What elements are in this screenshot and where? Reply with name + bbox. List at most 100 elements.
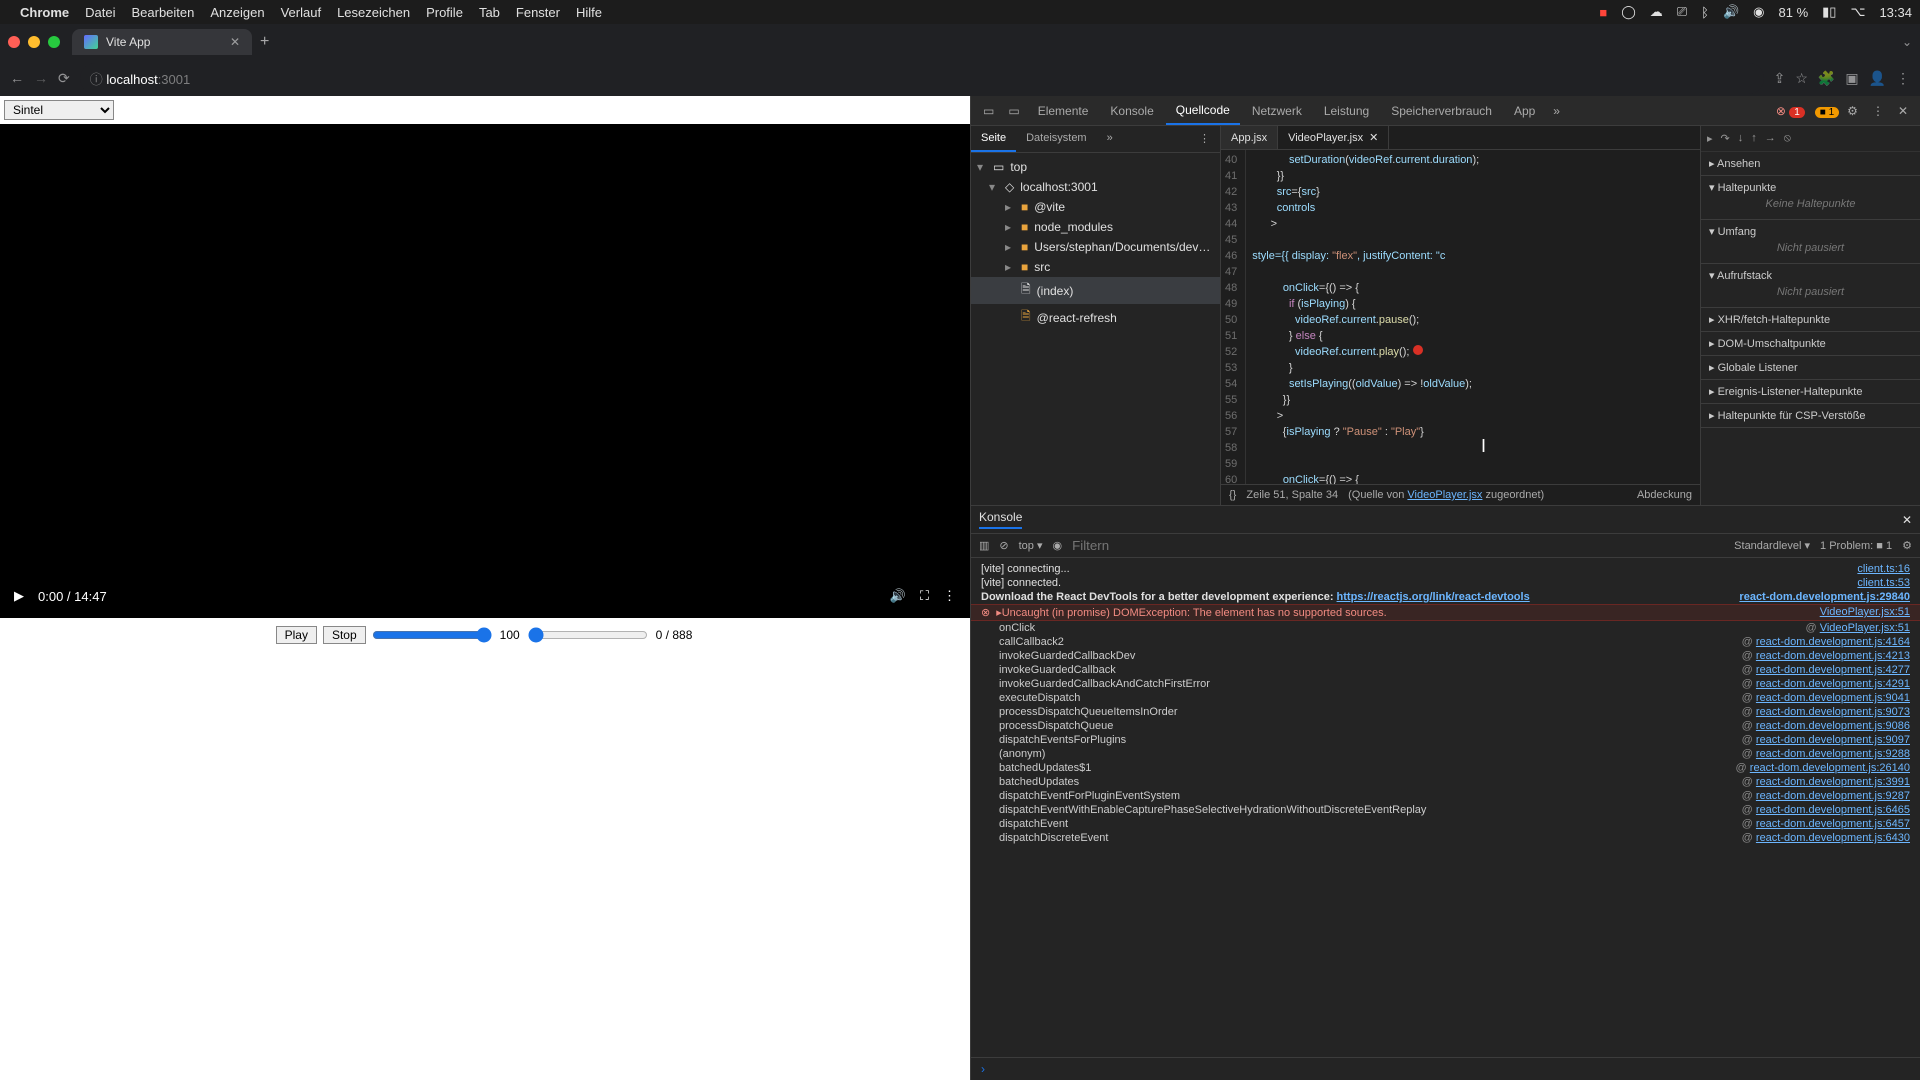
step-into-icon[interactable]: ↓ (1738, 132, 1744, 145)
console-close-icon[interactable]: ✕ (1902, 513, 1912, 527)
menu-hilfe[interactable]: Hilfe (576, 5, 602, 20)
console-prompt[interactable]: › (971, 1057, 1920, 1080)
video-player[interactable]: ▶ 0:00 / 14:47 🔊 ⛶ ⋮ (2, 126, 968, 616)
brace-icon[interactable]: {} (1229, 489, 1236, 501)
level-selector[interactable]: Standardlevel ▾ (1734, 539, 1810, 552)
close-window-button[interactable] (8, 36, 20, 48)
menu-anzeigen[interactable]: Anzeigen (210, 5, 264, 20)
forward-button[interactable]: → (34, 70, 48, 86)
devtools-menu-icon[interactable]: ⋮ (1866, 100, 1890, 122)
code-area[interactable]: 4041424344454647484950515253545556575859… (1221, 150, 1700, 484)
inspect-icon[interactable]: ▭ (977, 100, 1000, 122)
tree-host[interactable]: ▾◇ localhost:3001 (971, 177, 1220, 197)
editor-tab-videoplayer[interactable]: VideoPlayer.jsx ✕ (1278, 126, 1389, 149)
tab-app[interactable]: App (1504, 98, 1545, 124)
tab-konsole[interactable]: Konsole (1100, 98, 1163, 124)
section-watch[interactable]: ▸ Ansehen (1701, 152, 1920, 176)
reload-button[interactable]: ⟳ (58, 70, 70, 87)
resume-icon[interactable]: ▸ (1707, 132, 1713, 145)
menu-profile[interactable]: Profile (426, 5, 463, 20)
tab-netzwerk[interactable]: Netzwerk (1242, 98, 1312, 124)
tree-src[interactable]: ▸■ src (971, 257, 1220, 277)
warn-badge[interactable]: ■ 1 (1815, 104, 1839, 118)
tree-userpath[interactable]: ▸■ Users/stephan/Documents/dev… (971, 237, 1220, 257)
url-input[interactable]: ⓘ localhost:3001 (80, 63, 1764, 94)
coverage-label[interactable]: Abdeckung (1637, 489, 1692, 501)
section-breakpoints[interactable]: ▾ HaltepunkteKeine Haltepunkte (1701, 176, 1920, 220)
video-select[interactable]: Sintel (4, 100, 114, 120)
section-global[interactable]: ▸ Globale Listener (1701, 356, 1920, 380)
section-scope[interactable]: ▾ UmfangNicht pausiert (1701, 220, 1920, 264)
console-sidebar-icon[interactable]: ▥ (979, 539, 989, 552)
more-tabs-icon[interactable]: » (1547, 100, 1566, 122)
tab-close-icon[interactable]: ✕ (230, 35, 240, 49)
tree-top[interactable]: ▾▭ top (971, 157, 1220, 177)
loom-icon[interactable]: ◯ (1621, 4, 1636, 20)
tree-node-modules[interactable]: ▸■ node_modules (971, 217, 1220, 237)
profile-icon[interactable]: 👤 (1869, 70, 1886, 87)
maximize-window-button[interactable] (48, 36, 60, 48)
menu-icon[interactable]: ⋮ (1896, 70, 1910, 87)
console-tab[interactable]: Konsole (979, 510, 1022, 529)
close-icon[interactable]: ✕ (1369, 131, 1378, 144)
control-center-icon[interactable]: ⌥ (1850, 4, 1865, 20)
volume-slider[interactable] (372, 627, 492, 643)
nav-tab-more-icon[interactable]: » (1097, 126, 1123, 152)
menu-lesezeichen[interactable]: Lesezeichen (337, 5, 410, 20)
seek-slider[interactable] (528, 627, 648, 643)
menu-verlauf[interactable]: Verlauf (281, 5, 321, 20)
sourcemap-link[interactable]: VideoPlayer.jsx (1407, 489, 1482, 501)
settings-icon[interactable]: ⚙ (1841, 100, 1864, 122)
menu-fenster[interactable]: Fenster (516, 5, 560, 20)
tree-vite[interactable]: ▸■ @vite (971, 197, 1220, 217)
devtools-close-icon[interactable]: ✕ (1892, 100, 1914, 122)
deactivate-bp-icon[interactable]: ⦸ (1784, 132, 1791, 145)
code-body[interactable]: setDuration(videoRef.current.duration); … (1246, 150, 1485, 484)
tab-leistung[interactable]: Leistung (1314, 98, 1379, 124)
bookmark-icon[interactable]: ☆ (1795, 70, 1808, 87)
new-tab-button[interactable]: + (260, 33, 269, 51)
live-expr-icon[interactable]: ◉ (1053, 539, 1063, 552)
line-gutter[interactable]: 4041424344454647484950515253545556575859… (1221, 150, 1246, 484)
browser-tab[interactable]: Vite App ✕ (72, 29, 252, 55)
problems-label[interactable]: 1 Problem: ■ 1 (1820, 540, 1892, 552)
menu-tab[interactable]: Tab (479, 5, 500, 20)
clock[interactable]: 13:34 (1879, 5, 1912, 20)
menu-datei[interactable]: Datei (85, 5, 115, 20)
device-icon[interactable]: ▭ (1002, 100, 1025, 122)
console-output[interactable]: [vite] connecting...client.ts:16[vite] c… (971, 558, 1920, 1057)
cloud-icon[interactable]: ☁ (1650, 4, 1663, 20)
editor-tab-app[interactable]: App.jsx (1221, 126, 1278, 149)
nav-tab-dateisystem[interactable]: Dateisystem (1016, 126, 1097, 152)
section-event[interactable]: ▸ Ereignis-Listener-Haltepunkte (1701, 380, 1920, 404)
minimize-window-button[interactable] (28, 36, 40, 48)
section-xhr[interactable]: ▸ XHR/fetch-Haltepunkte (1701, 308, 1920, 332)
volume-icon[interactable]: 🔊 (1723, 4, 1739, 20)
play-icon[interactable]: ▶ (14, 588, 24, 604)
tab-speicher[interactable]: Speicherverbrauch (1381, 98, 1502, 124)
record-icon[interactable]: ■ (1599, 5, 1607, 20)
error-badge[interactable]: ⊗ 1 (1776, 104, 1805, 118)
section-csp[interactable]: ▸ Haltepunkte für CSP-Verstöße (1701, 404, 1920, 428)
bluetooth-icon[interactable]: ᛒ (1701, 5, 1709, 20)
extensions-icon[interactable]: 🧩 (1818, 70, 1835, 87)
section-callstack[interactable]: ▾ AufrufstackNicht pausiert (1701, 264, 1920, 308)
tab-quellcode[interactable]: Quellcode (1166, 97, 1240, 125)
clear-console-icon[interactable]: ⊘ (999, 539, 1008, 552)
sidepanel-icon[interactable]: ▣ (1845, 70, 1858, 87)
console-settings-icon[interactable]: ⚙ (1902, 539, 1912, 552)
back-button[interactable]: ← (10, 70, 24, 86)
share-icon[interactable]: ⇪ (1774, 70, 1786, 87)
stop-button[interactable]: Stop (323, 626, 366, 644)
display-icon[interactable]: ⎚ (1677, 4, 1687, 20)
tree-index[interactable]: 🗎 (index) (971, 277, 1220, 304)
context-selector[interactable]: top ▾ (1019, 539, 1043, 552)
step-out-icon[interactable]: ↑ (1751, 132, 1757, 145)
step-icon[interactable]: → (1765, 132, 1776, 145)
tree-react-refresh[interactable]: 🗎 @react-refresh (971, 304, 1220, 331)
menu-bearbeiten[interactable]: Bearbeiten (131, 5, 194, 20)
video-menu-icon[interactable]: ⋮ (943, 588, 956, 604)
mute-icon[interactable]: 🔊 (890, 588, 906, 604)
fullscreen-icon[interactable]: ⛶ (920, 588, 929, 604)
section-dom[interactable]: ▸ DOM-Umschaltpunkte (1701, 332, 1920, 356)
